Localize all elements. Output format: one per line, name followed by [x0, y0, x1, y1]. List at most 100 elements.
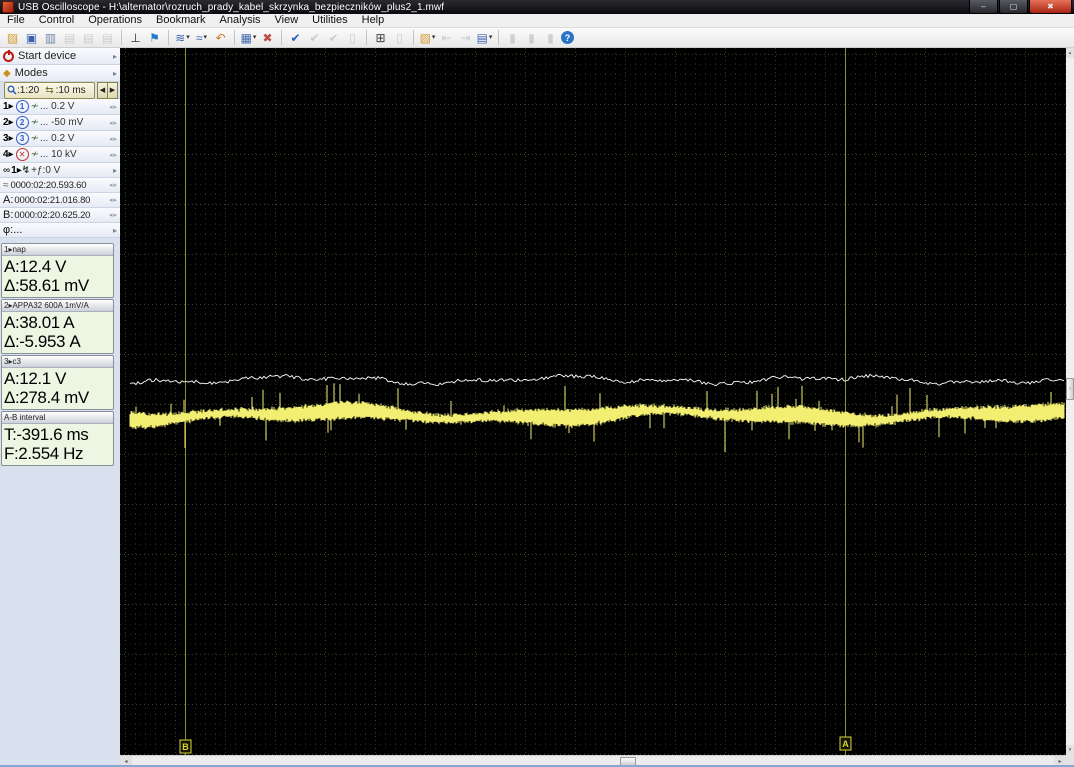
power-icon — [3, 49, 14, 62]
expand-arrow-icon[interactable]: ▸ — [113, 226, 118, 235]
display-mode-icon[interactable]: ▦ ▾ — [240, 30, 257, 46]
vertical-scrollbar[interactable]: ▴ ≡ ▾ — [1066, 48, 1074, 755]
cursor-B[interactable]: B — [179, 48, 192, 755]
measurement-value-1: A:12.4 V — [4, 257, 67, 276]
save-icon[interactable]: ▣ — [23, 30, 40, 46]
load-reference-icon[interactable]: ▨ ▾ — [419, 30, 436, 46]
cursor-A[interactable]: A — [839, 48, 852, 755]
menu-analysis[interactable]: Analysis — [213, 14, 268, 27]
tool-2-icon[interactable]: ▮ — [523, 30, 540, 46]
start-device-button[interactable]: Start device ▸ — [0, 48, 120, 65]
toolbar-separator — [234, 30, 235, 45]
phase-row[interactable]: φ:... ▸ — [0, 223, 120, 238]
waveform-plot[interactable]: BA — [120, 48, 1066, 755]
measurement-panel-2: 2▸APPA32 600A 1mV/A A:38.01 A Δ:-5.953 A — [1, 299, 114, 354]
minimize-button[interactable]: – — [969, 0, 998, 14]
trigger-channel: 1▸ — [11, 164, 22, 176]
export-icon[interactable]: ▤ — [99, 30, 116, 46]
range-up-icon[interactable]: ▸ — [113, 104, 118, 111]
measurement-panel-1: 1▸nap A:12.4 V Δ:58.61 mV — [1, 243, 114, 298]
accept-all-icon[interactable]: ✔ — [306, 30, 323, 46]
title-bar[interactable]: USB Oscilloscope - H:\alternator\rozruch… — [0, 0, 1074, 14]
cursor-a-value: 0000:02:21.016.80 — [14, 194, 91, 206]
channel-3-row[interactable]: 3▸ 3 ≁ ... 0.2 V ◂▸ — [0, 131, 120, 147]
undo-icon[interactable]: ↶ — [212, 30, 229, 46]
expand-arrow-icon[interactable]: ▸ — [113, 52, 118, 61]
toolbar-separator — [168, 30, 169, 45]
open-file-icon[interactable]: ▨ — [4, 30, 21, 46]
svg-text:B: B — [182, 742, 189, 752]
step-right-icon[interactable]: ▸ — [113, 182, 118, 189]
channel-4-row[interactable]: 4▸ ✕ ≁ ... 10 kV ◂▸ — [0, 147, 120, 163]
menu-help[interactable]: Help — [355, 14, 392, 27]
copy-image-icon[interactable]: ▤ — [61, 30, 78, 46]
prev-fragment-icon[interactable]: ⇤ — [438, 30, 455, 46]
app-icon — [2, 1, 14, 13]
range-up-icon[interactable]: ▸ — [113, 136, 118, 143]
expand-arrow-icon[interactable]: ▸ — [113, 166, 118, 175]
reject-icon[interactable]: ✔ — [325, 30, 342, 46]
measurements-panel-icon[interactable]: ▤ ▾ — [476, 30, 493, 46]
cursor-b-row[interactable]: B: 0000:02:20.625.20 ◂▸ — [0, 208, 120, 223]
channel-number-icon: 2 — [15, 116, 29, 129]
calibrate-icon[interactable]: ⊥ — [127, 30, 144, 46]
print-icon[interactable]: ▥ — [42, 30, 59, 46]
report-icon[interactable]: ▯ — [344, 30, 361, 46]
tool-3-icon[interactable]: ▮ — [542, 30, 559, 46]
menu-operations[interactable]: Operations — [81, 14, 149, 27]
range-up-icon[interactable]: ▸ — [113, 120, 118, 127]
measurement-panel-header: 1▸nap — [2, 244, 113, 256]
channel-disabled-icon: ✕ — [15, 148, 29, 161]
cursor-b-value: 0000:02:20.625.20 — [14, 209, 91, 221]
accept-icon[interactable]: ✔ — [287, 30, 304, 46]
measurement-value-2: Δ:58.61 mV — [4, 276, 89, 295]
modes-button[interactable]: ◆ Modes ▸ — [0, 65, 120, 82]
vertical-scale-icon[interactable]: ≋ ▾ — [174, 30, 191, 46]
next-fragment-icon[interactable]: ⇥ — [457, 30, 474, 46]
menu-utilities[interactable]: Utilities — [305, 14, 354, 27]
trace-channel-1[interactable] — [129, 373, 1065, 387]
scroll-down-icon[interactable]: ▾ — [1066, 745, 1074, 755]
scroll-up-icon[interactable]: ▴ — [1066, 48, 1074, 58]
select-region-icon[interactable]: ⊞ — [372, 30, 389, 46]
toolbar: ▨ ▣ ▥ ▤ ▤ ▤ ⊥ ⚑ ≋ ▾ ≈ ▾ ↶ ▦ ▾ ✖ ✔ ✔ ✔ ▯ ⊞ ▯ ▨ ▾ ⇤ ⇥ ▤ ▾ ▮ ▮ ▮? — [0, 28, 1074, 48]
time-per-div-value: :10 ms — [55, 84, 86, 96]
zoom-time-box[interactable]: :1:20 ⇆ :10 ms — [4, 81, 95, 99]
modes-icon: ◆ — [3, 67, 11, 79]
next-scale-button[interactable]: ▶ — [107, 81, 118, 99]
step-right-icon[interactable]: ▸ — [113, 212, 118, 219]
start-device-label: Start device — [18, 50, 77, 62]
step-right-icon[interactable]: ▸ — [113, 197, 118, 204]
cursor-a-row[interactable]: A: 0000:02:21.016.80 ◂▸ — [0, 193, 120, 208]
vertical-scrollbar-thumb[interactable]: ≡ — [1066, 378, 1074, 400]
tool-1-icon[interactable]: ▮ — [504, 30, 521, 46]
measurement-panel-header: 2▸APPA32 600A 1mV/A — [2, 300, 113, 312]
expand-arrow-icon[interactable]: ▸ — [113, 69, 118, 78]
coupling-wave-icon: ≁ — [30, 133, 39, 144]
trigger-row[interactable]: ∞ 1▸ ↯ +ƒ: 0 V ▸ — [0, 163, 120, 178]
close-button[interactable]: ✖ — [1029, 0, 1072, 14]
copy-data-icon[interactable]: ▤ — [80, 30, 97, 46]
measurement-value-1: A:12.1 V — [4, 369, 67, 388]
copy-region-icon[interactable]: ▯ — [391, 30, 408, 46]
grid-dots — [120, 48, 1066, 755]
sweep-icon: ⇆ — [45, 84, 54, 96]
menu-file[interactable]: File — [0, 14, 32, 27]
trace-channel-2[interactable] — [129, 383, 1065, 452]
menu-control[interactable]: Control — [32, 14, 81, 27]
channel-1-row[interactable]: 1▸ 1 ≁ ... 0.2 V ◂▸ — [0, 99, 120, 115]
help-icon[interactable]: ? — [561, 31, 574, 44]
channel-2-row[interactable]: 2▸ 2 ≁ ... -50 mV ◂▸ — [0, 115, 120, 131]
timeline-position-row[interactable]: ≈ 0000:02:20.593.60 ◂▸ — [0, 178, 120, 193]
channel-number-icon: 3 — [15, 132, 29, 145]
maximize-button[interactable]: ▢ — [999, 0, 1028, 14]
horizontal-scale-icon[interactable]: ≈ ▾ — [193, 30, 210, 46]
measurement-panel-3: 3▸c3 A:12.1 V Δ:278.4 mV — [1, 355, 114, 410]
measurement-value-2: Δ:278.4 mV — [4, 388, 89, 407]
erase-icon[interactable]: ✖ — [259, 30, 276, 46]
menu-bookmark[interactable]: Bookmark — [149, 14, 213, 27]
menu-view[interactable]: View — [268, 14, 306, 27]
range-up-icon[interactable]: ▸ — [113, 152, 118, 159]
bookmark-flag-icon[interactable]: ⚑ — [146, 30, 163, 46]
toolbar-separator — [498, 30, 499, 45]
